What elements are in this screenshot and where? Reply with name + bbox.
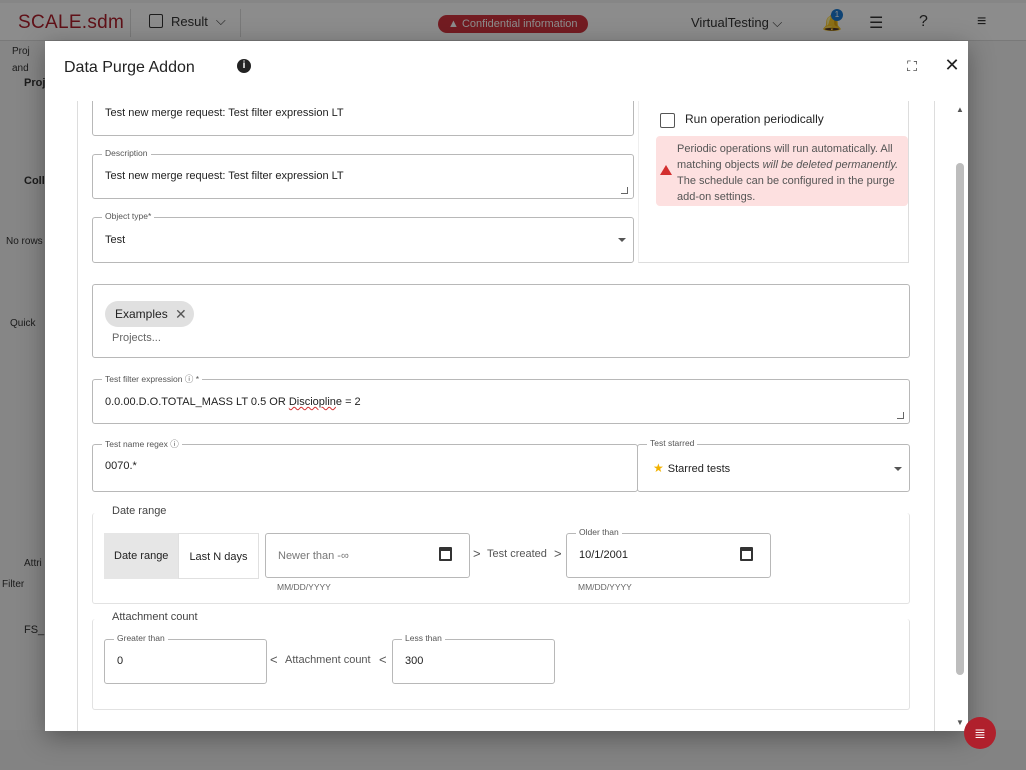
warning-message: Periodic operations will run automatical… xyxy=(656,136,908,206)
description-value: Test new merge request: Test filter expr… xyxy=(105,170,344,182)
less-than-label: Less than xyxy=(402,633,445,643)
toggle-date-range[interactable]: Date range xyxy=(104,533,179,579)
dialog-title: Data Purge Addon xyxy=(64,59,195,76)
caret-down-icon xyxy=(618,238,626,242)
star-icon: ★ xyxy=(653,461,664,475)
test-starred-select[interactable]: Test starred ★ Starred tests xyxy=(637,438,910,492)
calendar-icon[interactable] xyxy=(439,547,452,561)
older-than-field[interactable]: Older than 10/1/2001 xyxy=(566,527,771,578)
filter-expression-value: 0.0.00.D.O.TOTAL_MASS LT 0.5 OR Disciopl… xyxy=(105,396,361,408)
dialog-body: Test new merge request: Test filter expr… xyxy=(77,101,935,731)
filter-expression-label: Test filter expression xyxy=(105,374,183,384)
scroll-down-arrow[interactable]: ▼ xyxy=(956,718,964,727)
project-chip: Examples ✕ xyxy=(105,301,194,327)
resize-handle-icon[interactable] xyxy=(897,412,904,419)
less-symbol: < xyxy=(270,652,278,667)
regex-label: Test name regex xyxy=(105,439,168,449)
starred-value-text: Starred tests xyxy=(667,463,731,475)
attachment-count-label: Attachment count xyxy=(285,654,371,666)
greater-than-label: Greater than xyxy=(114,633,168,643)
dialog-scrollbar[interactable]: ▲ ▼ xyxy=(954,103,964,731)
filter-expression-legend: Test filter expression ⓘ * xyxy=(102,373,203,385)
greater-symbol: > xyxy=(473,546,481,561)
greater-than-field[interactable]: Greater than 0 xyxy=(104,633,267,684)
warning-text-2: The schedule can be configured in the pu… xyxy=(677,175,895,203)
projects-placeholder: Projects... xyxy=(112,332,161,344)
regex-value: 0070.* xyxy=(105,460,137,472)
chip-remove-icon[interactable]: ✕ xyxy=(175,301,187,327)
description-field[interactable]: Description Test new merge request: Test… xyxy=(92,148,634,199)
newer-than-placeholder: Newer than -∞ xyxy=(278,550,349,562)
name-value: Test new merge request: Test filter expr… xyxy=(105,107,344,119)
toggle-last-n-days[interactable]: Last N days xyxy=(178,533,259,579)
caret-down-icon xyxy=(894,467,902,471)
chat-fab-icon[interactable]: ≣ xyxy=(964,717,996,749)
older-than-hint: MM/DD/YYYY xyxy=(578,582,632,592)
project-chip-label: Examples xyxy=(115,307,168,321)
warning-icon xyxy=(660,165,672,175)
calendar-icon[interactable] xyxy=(740,547,753,561)
date-mode-toggle: Date range Last N days xyxy=(104,533,259,579)
close-button[interactable]: ✕ xyxy=(942,55,962,75)
object-type-value: Test xyxy=(105,234,126,246)
greater-symbol: > xyxy=(554,546,562,561)
filter-value-part: 0.0.00.D.O.TOTAL_MASS LT 0.5 OR xyxy=(105,396,289,408)
regex-legend: Test name regex ⓘ xyxy=(102,438,182,450)
newer-than-field[interactable]: Newer than -∞ xyxy=(265,533,470,578)
less-than-field[interactable]: Less than 300 xyxy=(392,633,555,684)
older-than-label: Older than xyxy=(576,527,622,537)
projects-field[interactable]: Examples ✕ Projects... xyxy=(92,284,910,358)
test-created-label: Test created xyxy=(487,548,547,560)
warning-text-emph: will be deleted permanently. xyxy=(762,159,899,171)
data-purge-dialog: Data Purge Addon i ⛶ ✕ ▲ ▼ Test new merg… xyxy=(45,41,968,731)
resize-handle-icon[interactable] xyxy=(621,187,628,194)
greater-than-value: 0 xyxy=(117,655,124,667)
description-label: Description xyxy=(102,148,151,158)
object-type-label: Object type* xyxy=(102,211,155,221)
filter-value-part: e = 2 xyxy=(335,396,361,408)
required-marker: * xyxy=(195,374,200,384)
scroll-up-arrow[interactable]: ▲ xyxy=(956,105,964,114)
scroll-thumb[interactable] xyxy=(956,163,964,675)
spelling-error-text: Discioplin xyxy=(288,396,336,408)
warning-text: Periodic operations will run automatical… xyxy=(677,141,907,205)
run-periodically-label: Run operation periodically xyxy=(685,112,824,126)
less-than-value: 300 xyxy=(405,655,424,667)
info-icon[interactable]: i xyxy=(237,59,251,73)
newer-than-hint: MM/DD/YYYY xyxy=(277,582,331,592)
less-symbol: < xyxy=(379,652,387,667)
test-name-regex-field[interactable]: Test name regex ⓘ 0070.* xyxy=(92,438,638,492)
run-periodically-checkbox[interactable] xyxy=(660,113,675,128)
name-field[interactable]: Test new merge request: Test filter expr… xyxy=(92,101,634,136)
info-icon[interactable]: ⓘ xyxy=(185,374,194,384)
date-range-title: Date range xyxy=(112,505,167,517)
filter-expression-field[interactable]: Test filter expression ⓘ * 0.0.00.D.O.TO… xyxy=(92,373,910,424)
info-icon[interactable]: ⓘ xyxy=(170,439,179,449)
fullscreen-icon[interactable]: ⛶ xyxy=(903,57,921,75)
object-type-select[interactable]: Object type* Test xyxy=(92,211,634,263)
attachment-count-title: Attachment count xyxy=(112,611,198,623)
starred-value: ★ Starred tests xyxy=(653,461,730,475)
older-than-value: 10/1/2001 xyxy=(579,549,628,561)
starred-label: Test starred xyxy=(647,438,698,448)
